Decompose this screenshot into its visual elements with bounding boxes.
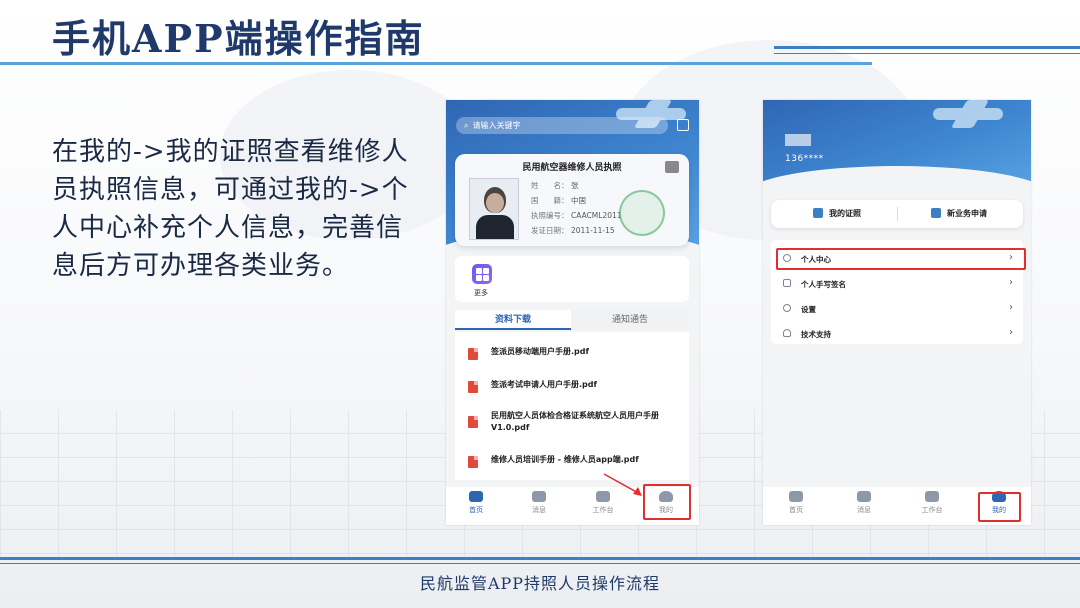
signature-icon [783, 279, 791, 287]
decorative-rule [774, 46, 1080, 49]
phone-home-screenshot: ⌕ 请输入关键字 民用航空器维修人员执照 姓 名：张 国 籍： 中国 执照编号： CA… [446, 100, 699, 525]
chevron-right-icon: › [1009, 302, 1013, 313]
nav-messages[interactable]: 消息 [516, 491, 562, 515]
gear-icon [783, 304, 791, 312]
footer-rule [0, 563, 1080, 564]
highlight-box [978, 492, 1021, 522]
tab-downloads[interactable]: 资料下载 [455, 310, 571, 330]
home-icon [789, 491, 803, 502]
official-seal-icon [619, 190, 665, 236]
pdf-icon [468, 416, 478, 428]
menu-item-signature[interactable]: 个人手写签名 › [771, 271, 1023, 296]
document-list: 签派员移动端用户手册.pdf 签派考试申请人用户手册.pdf 民用航空人员体检合… [455, 332, 689, 480]
menu-item-settings[interactable]: 设置 › [771, 296, 1023, 321]
new-application-button[interactable]: 新业务申请 [931, 208, 987, 219]
decorative-rule [774, 53, 1080, 54]
license-field-name: 姓 名：张 [531, 181, 579, 190]
my-license-button[interactable]: 我的证照 [813, 208, 861, 219]
license-icon [813, 208, 823, 218]
search-placeholder: 请输入关键字 [472, 121, 521, 130]
slide-description: 在我的->我的证照查看维修人员执照信息，可通过我的->个人中心补充个人信息，完善… [52, 137, 409, 281]
application-icon [931, 208, 941, 218]
menu-item-tech-support[interactable]: 技术支持 › [771, 321, 1023, 346]
workbench-icon [925, 491, 939, 502]
footer-rule [0, 557, 1080, 560]
more-label: 更多 [474, 289, 488, 297]
phone-profile-screenshot: 136**** 我的证照 新业务申请 个人中心 › 个人手写签名 › 设置 › 技术支… [763, 100, 1031, 525]
scan-icon[interactable] [677, 119, 689, 131]
more-shortcut[interactable]: 更多 [455, 256, 689, 302]
message-icon [857, 491, 871, 502]
pdf-icon [468, 381, 478, 393]
headset-icon [783, 329, 791, 337]
chevron-right-icon: › [1009, 277, 1013, 288]
grid-apps-icon [472, 264, 492, 284]
highlight-box [643, 484, 691, 520]
license-photo [469, 178, 519, 240]
pdf-icon [468, 456, 478, 468]
highlight-box [776, 248, 1026, 270]
nav-home[interactable]: 首页 [773, 491, 819, 515]
airplane-icon [933, 108, 1003, 120]
license-field-nationality: 国 籍： 中国 [531, 196, 586, 205]
slide: 手机APP端操作指南 在我的->我的证照查看维修人员执照信息，可通过我的->个人… [0, 0, 1080, 608]
user-phone-number: 136**** [785, 154, 824, 164]
home-tabs: 资料下载 通知通告 [455, 310, 689, 330]
message-icon [532, 491, 546, 502]
red-arrow-icon [603, 473, 642, 496]
nav-messages[interactable]: 消息 [841, 491, 887, 515]
slide-title: 手机APP端操作指南 [52, 16, 425, 61]
nav-workbench[interactable]: 工作台 [909, 491, 955, 515]
user-name-masked [785, 134, 811, 146]
profile-hero-banner [763, 100, 1031, 226]
license-card-title: 民用航空器维修人员执照 [522, 163, 622, 173]
nav-home[interactable]: 首页 [453, 491, 499, 515]
slide-footer: 民航监管APP持照人员操作流程 [419, 574, 661, 593]
chevron-right-icon: › [1009, 327, 1013, 338]
license-field-issue-date: 发证日期： 2011-11-15 [531, 226, 615, 235]
pdf-icon [468, 348, 478, 360]
divider [897, 207, 898, 221]
license-field-number: 执照编号： CAACML2011 [531, 211, 622, 220]
home-icon [469, 491, 483, 502]
search-bar[interactable]: ⌕ 请输入关键字 [456, 117, 668, 134]
quick-actions: 我的证照 新业务申请 [771, 200, 1023, 228]
qr-code-icon[interactable] [665, 161, 679, 173]
license-card[interactable]: 民用航空器维修人员执照 姓 名：张 国 籍： 中国 执照编号： CAACML2011… [455, 154, 689, 246]
tab-notices[interactable]: 通知通告 [571, 310, 689, 330]
title-underline [0, 62, 872, 65]
search-icon: ⌕ [464, 121, 469, 130]
